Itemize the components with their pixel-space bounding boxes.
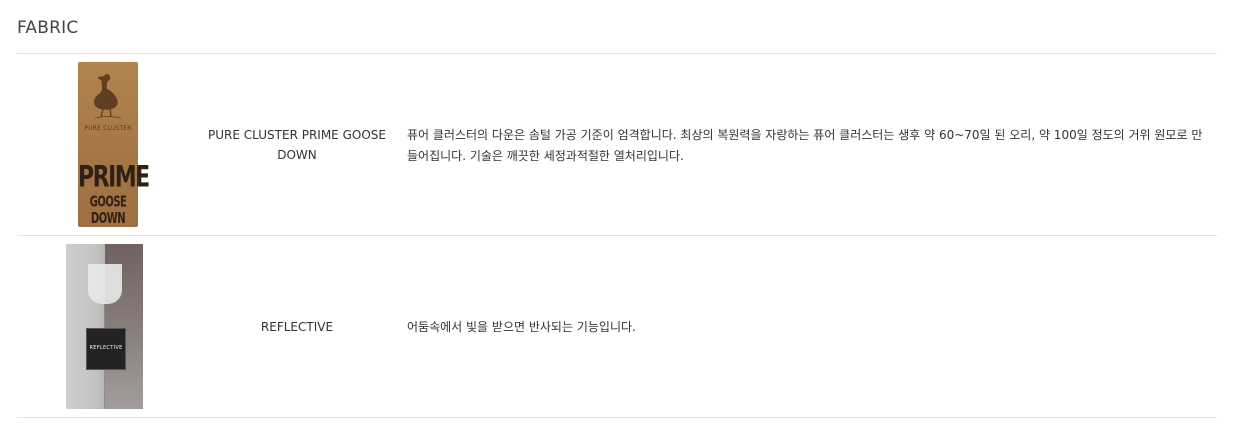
fabric-description: 퓨어 클러스터의 다운은 솜털 가공 기준이 엄격합니다. 최상의 복원력을 자… [407, 128, 1203, 163]
prime-small-text: GOOSE DOWN [89, 194, 127, 228]
section-title: FABRIC [17, 18, 79, 38]
fabric-row: PURE CLUSTER PRIME GOOSE DOWN PURE CLUST… [17, 54, 1217, 235]
prime-goose-down-image: PURE CLUSTER PRIME GOOSE DOWN [78, 62, 150, 228]
fabric-name: PURE CLUSTER PRIME GOOSE DOWN [208, 128, 386, 162]
reflective-tag: REFLECTIVE [86, 328, 126, 370]
prime-brand-text: PURE CLUSTER [84, 125, 132, 132]
divider [17, 417, 1217, 418]
fabric-description: 어둠속에서 빛을 받으면 반사되는 기능입니다. [407, 320, 636, 334]
prime-big-text: PRIME [78, 160, 150, 195]
reflective-jacket-image: REFLECTIVE [66, 244, 143, 409]
fabric-section: FABRIC PURE CLUSTER PRIME GOOSE DOWN PUR… [0, 0, 1246, 448]
reflective-tag-text: REFLECTIVE [89, 345, 123, 351]
fabric-name: REFLECTIVE [260, 320, 334, 334]
goose-icon [94, 74, 122, 119]
jacket-collar [88, 264, 122, 304]
fabric-row: REFLECTIVE REFLECTIVE 어둠속에서 빛을 받으면 반사되는 … [17, 236, 1217, 417]
